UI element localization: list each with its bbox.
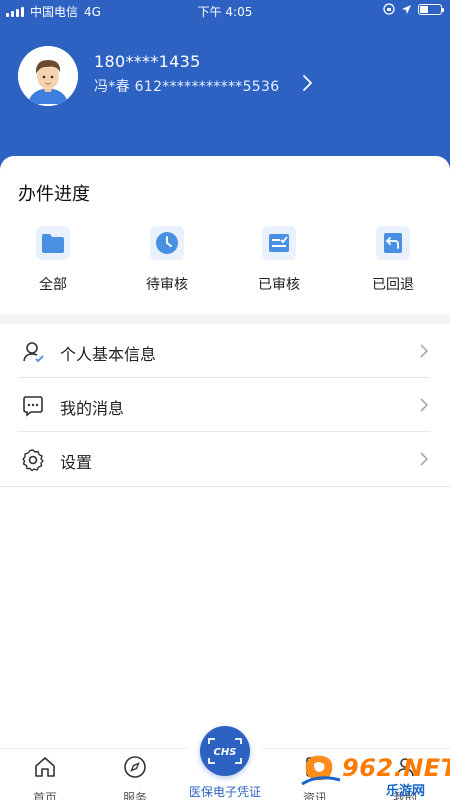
return-arrow-icon bbox=[376, 226, 410, 260]
tab-home[interactable]: 首页 bbox=[10, 755, 80, 800]
progress-pending[interactable]: 待审核 bbox=[122, 226, 212, 294]
menu-item-personal-info[interactable]: 个人基本信息 bbox=[0, 324, 450, 378]
message-icon bbox=[23, 396, 43, 417]
gear-icon bbox=[22, 449, 44, 471]
menu-label-messages: 我的消息 bbox=[60, 399, 125, 418]
compass-icon bbox=[124, 756, 146, 778]
chs-logo-icon: CHS bbox=[208, 738, 242, 764]
menu-divider bbox=[0, 486, 450, 487]
menu-item-messages[interactable]: 我的消息 bbox=[0, 378, 450, 432]
progress-card: 办件进度 全部 待审核 已审核 已回退 bbox=[0, 156, 450, 316]
tab-service[interactable]: 服务 bbox=[100, 755, 170, 800]
home-icon bbox=[35, 757, 55, 777]
menu-label-settings: 设置 bbox=[60, 453, 93, 472]
center-tab-label[interactable]: 医保电子凭证 bbox=[175, 783, 275, 800]
battery-icon bbox=[418, 3, 444, 15]
chevron-right-icon bbox=[420, 452, 429, 466]
progress-pending-label: 待审核 bbox=[146, 277, 188, 293]
progress-approved-label: 已审核 bbox=[258, 277, 300, 293]
user-id-line: 冯*春 612***********5536 bbox=[94, 79, 280, 95]
location-icon bbox=[402, 4, 411, 14]
progress-all-label: 全部 bbox=[39, 277, 67, 293]
medical-insurance-voucher-button[interactable]: CHS bbox=[200, 726, 250, 776]
user-phone: 180****1435 bbox=[94, 52, 201, 71]
progress-approved[interactable]: 已审核 bbox=[234, 226, 324, 294]
watermark: 962.NET 乐游网 bbox=[300, 750, 450, 799]
progress-all[interactable]: 全部 bbox=[8, 226, 98, 294]
tab-home-label: 首页 bbox=[32, 791, 57, 800]
avatar[interactable] bbox=[18, 46, 78, 106]
watermark-sub: 乐游网 bbox=[386, 784, 426, 799]
progress-title: 办件进度 bbox=[18, 184, 90, 205]
chevron-right-icon[interactable] bbox=[300, 74, 314, 92]
section-gap bbox=[0, 314, 450, 324]
progress-returned[interactable]: 已回退 bbox=[348, 226, 438, 294]
tab-service-label: 服务 bbox=[122, 791, 147, 800]
chs-logo-text: CHS bbox=[214, 747, 237, 758]
user-check-icon bbox=[23, 342, 44, 363]
progress-returned-label: 已回退 bbox=[372, 277, 414, 293]
status-bar: 中国电信 4G 下午 4:05 bbox=[0, 0, 450, 22]
clock-icon bbox=[150, 226, 184, 260]
approved-list-icon bbox=[262, 226, 296, 260]
chevron-right-icon bbox=[420, 344, 429, 358]
folder-icon bbox=[36, 226, 70, 260]
watermark-brand: 962.NET bbox=[342, 754, 450, 782]
rotation-lock-icon bbox=[383, 3, 395, 15]
user-profile[interactable]: 180****1435 冯*春 612***********5536 bbox=[18, 46, 430, 108]
menu-label-personal-info: 个人基本信息 bbox=[60, 345, 157, 364]
menu-item-settings[interactable]: 设置 bbox=[0, 432, 450, 486]
chevron-right-icon bbox=[420, 398, 429, 412]
